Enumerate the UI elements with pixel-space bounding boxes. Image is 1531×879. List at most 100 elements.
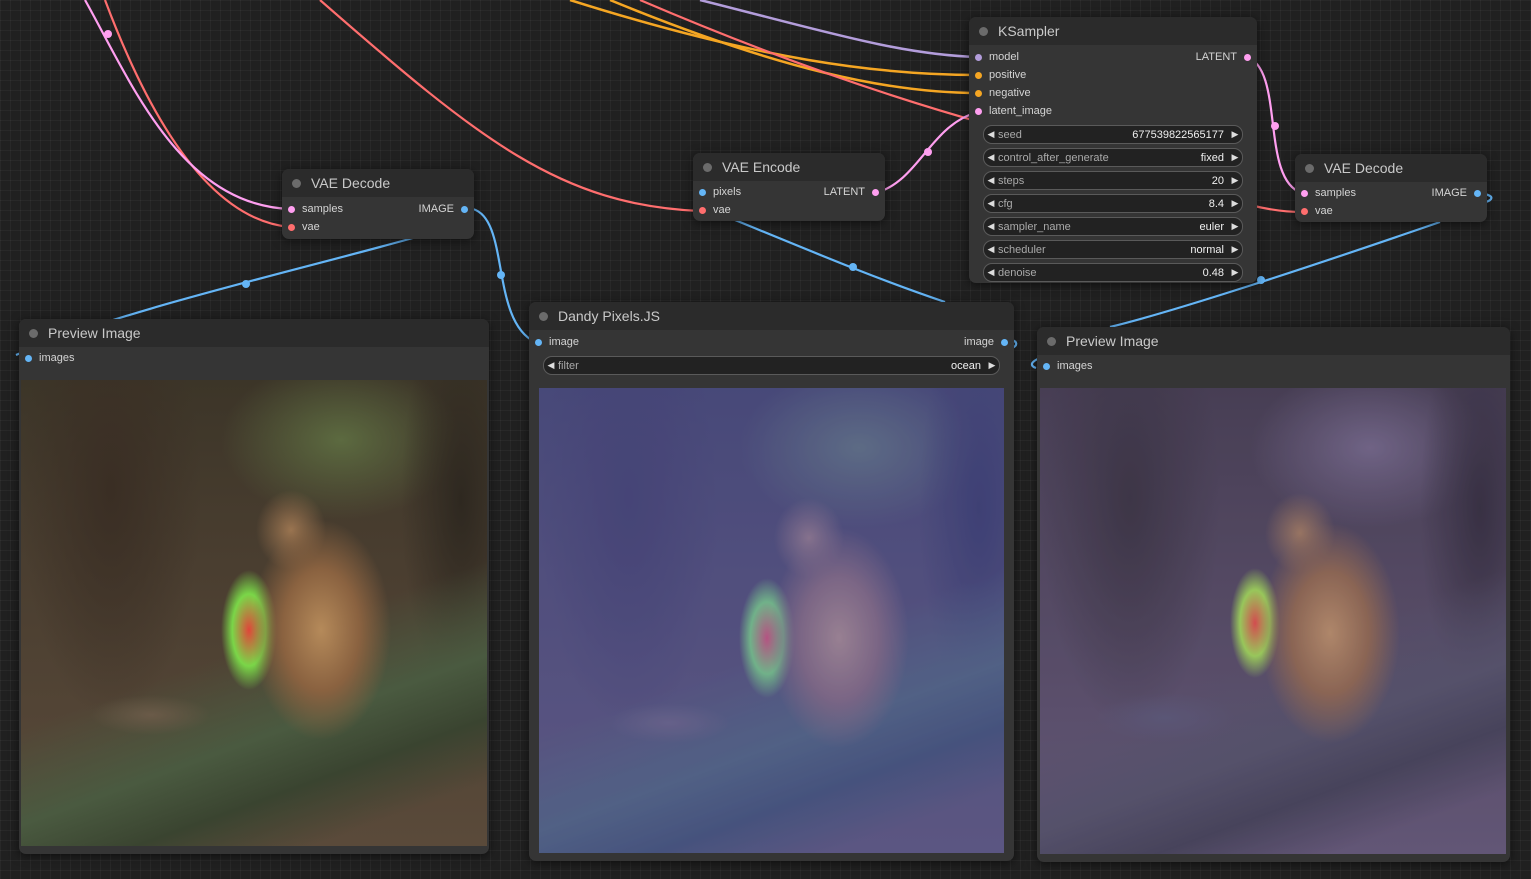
- slot-label: pixels: [713, 186, 742, 198]
- wire-model[interactable]: [699, 0, 979, 59]
- node-title-bar[interactable]: VAE Decode: [282, 169, 474, 197]
- collapse-dot-icon[interactable]: [979, 26, 988, 36]
- widget-label: steps: [998, 174, 1025, 187]
- input-socket-icon[interactable]: [25, 355, 32, 362]
- wire-negative[interactable]: [609, 0, 979, 95]
- wire-positive[interactable]: [569, 0, 979, 77]
- input-slot-model[interactable]: model LATENT: [969, 49, 1257, 67]
- input-socket-icon[interactable]: [1043, 363, 1050, 370]
- arrow-left-icon[interactable]: ◀: [984, 198, 998, 209]
- arrow-right-icon[interactable]: ▶: [1228, 175, 1242, 186]
- output-socket-icon[interactable]: [1001, 339, 1008, 346]
- collapse-dot-icon[interactable]: [1047, 336, 1056, 346]
- collapse-dot-icon[interactable]: [1305, 163, 1314, 173]
- input-socket-icon[interactable]: [699, 189, 706, 196]
- input-slot-images[interactable]: images: [1037, 358, 1510, 376]
- arrow-right-icon[interactable]: ▶: [1228, 267, 1242, 278]
- arrow-left-icon[interactable]: ◀: [544, 360, 558, 371]
- arrow-right-icon[interactable]: ▶: [1228, 221, 1242, 232]
- input-slot-images[interactable]: images: [19, 350, 489, 368]
- arrow-right-icon[interactable]: ▶: [985, 360, 999, 371]
- preview-image-node-right[interactable]: Preview Image images: [1037, 327, 1510, 862]
- collapse-dot-icon[interactable]: [29, 328, 38, 338]
- input-slot-samples[interactable]: samples IMAGE: [282, 201, 474, 219]
- input-socket-icon[interactable]: [975, 72, 982, 79]
- widget-label: cfg: [998, 197, 1013, 210]
- input-slot-vae[interactable]: vae: [1295, 203, 1487, 221]
- preview-image: [21, 380, 487, 846]
- input-socket-icon[interactable]: [288, 224, 295, 231]
- wire-reroute-dot: [242, 280, 250, 288]
- widget-value: 0.48: [1202, 266, 1224, 279]
- input-socket-icon[interactable]: [699, 207, 706, 214]
- node-title: Preview Image: [48, 325, 141, 341]
- wire-vae-to-decode-left[interactable]: [103, 0, 291, 229]
- collapse-dot-icon[interactable]: [703, 162, 712, 172]
- widget-sampler-name[interactable]: ◀ sampler_name euler ▶: [983, 217, 1243, 236]
- arrow-right-icon[interactable]: ▶: [1228, 129, 1242, 140]
- output-socket-icon[interactable]: [461, 206, 468, 213]
- node-title-bar[interactable]: VAE Decode: [1295, 154, 1487, 182]
- widget-label: filter: [558, 359, 579, 372]
- output-socket-icon[interactable]: [872, 189, 879, 196]
- dandy-pixels-node[interactable]: Dandy Pixels.JS image image ◀ filter oce…: [529, 302, 1014, 861]
- wire-latent-encode-to-ksampler[interactable]: [875, 110, 979, 195]
- widget-filter[interactable]: ◀ filter ocean ▶: [543, 356, 1000, 375]
- wire-latent-to-decode-left[interactable]: [84, 0, 291, 211]
- vae-encode-node[interactable]: VAE Encode pixels LATENT vae: [693, 153, 885, 221]
- vae-decode-node-right[interactable]: VAE Decode samples IMAGE vae: [1295, 154, 1487, 222]
- wire-vae-ksampler-area[interactable]: [639, 0, 991, 127]
- output-socket-icon[interactable]: [1474, 190, 1481, 197]
- widget-steps[interactable]: ◀ steps 20 ▶: [983, 171, 1243, 190]
- input-socket-icon[interactable]: [535, 339, 542, 346]
- input-slot-vae[interactable]: vae: [282, 219, 474, 237]
- input-slot-negative[interactable]: negative: [969, 85, 1257, 103]
- output-label: LATENT: [1195, 51, 1237, 63]
- input-socket-icon[interactable]: [1301, 208, 1308, 215]
- widget-cfg[interactable]: ◀ cfg 8.4 ▶: [983, 194, 1243, 213]
- widget-denoise[interactable]: ◀ denoise 0.48 ▶: [983, 263, 1243, 282]
- input-socket-icon[interactable]: [975, 108, 982, 115]
- input-slot-image[interactable]: image image: [529, 334, 1014, 352]
- arrow-left-icon[interactable]: ◀: [984, 267, 998, 278]
- arrow-left-icon[interactable]: ◀: [984, 129, 998, 140]
- widget-label: control_after_generate: [998, 151, 1109, 164]
- widget-scheduler[interactable]: ◀ scheduler normal ▶: [983, 240, 1243, 259]
- widget-seed[interactable]: ◀ seed 677539822565177 ▶: [983, 125, 1243, 144]
- input-slot-latent-image[interactable]: latent_image: [969, 103, 1257, 121]
- widget-value: 8.4: [1208, 197, 1224, 210]
- input-socket-icon[interactable]: [1301, 190, 1308, 197]
- input-slot-vae[interactable]: vae: [693, 202, 885, 220]
- preview-image: [1040, 388, 1506, 854]
- output-label: IMAGE: [1431, 187, 1467, 199]
- arrow-left-icon[interactable]: ◀: [984, 221, 998, 232]
- node-title-bar[interactable]: KSampler: [969, 17, 1257, 45]
- input-socket-icon[interactable]: [288, 206, 295, 213]
- arrow-left-icon[interactable]: ◀: [984, 152, 998, 163]
- input-slot-samples[interactable]: samples IMAGE: [1295, 185, 1487, 203]
- wire-reroute-dot: [104, 30, 112, 38]
- input-slot-positive[interactable]: positive: [969, 67, 1257, 85]
- node-title-bar[interactable]: VAE Encode: [693, 153, 885, 181]
- input-socket-icon[interactable]: [975, 90, 982, 97]
- arrow-right-icon[interactable]: ▶: [1228, 244, 1242, 255]
- vae-decode-node-left[interactable]: VAE Decode samples IMAGE vae: [282, 169, 474, 239]
- arrow-left-icon[interactable]: ◀: [984, 175, 998, 186]
- collapse-dot-icon[interactable]: [292, 178, 301, 188]
- wire-image-dandy-to-encode[interactable]: [734, 218, 946, 304]
- preview-image-node-left[interactable]: Preview Image images: [19, 319, 489, 854]
- widget-control-after-generate[interactable]: ◀ control_after_generate fixed ▶: [983, 148, 1243, 167]
- output-socket-icon[interactable]: [1244, 54, 1251, 61]
- input-slot-pixels[interactable]: pixels LATENT: [693, 184, 885, 202]
- node-title-bar[interactable]: Preview Image: [1037, 327, 1510, 355]
- arrow-right-icon[interactable]: ▶: [1228, 152, 1242, 163]
- node-title-bar[interactable]: Dandy Pixels.JS: [529, 302, 1014, 330]
- node-title-bar[interactable]: Preview Image: [19, 319, 489, 347]
- arrow-left-icon[interactable]: ◀: [984, 244, 998, 255]
- node-title: Dandy Pixels.JS: [558, 308, 660, 324]
- wire-reroute-dot: [849, 263, 857, 271]
- arrow-right-icon[interactable]: ▶: [1228, 198, 1242, 209]
- ksampler-node[interactable]: KSampler model LATENT positive negative …: [969, 17, 1257, 283]
- collapse-dot-icon[interactable]: [539, 311, 548, 321]
- input-socket-icon[interactable]: [975, 54, 982, 61]
